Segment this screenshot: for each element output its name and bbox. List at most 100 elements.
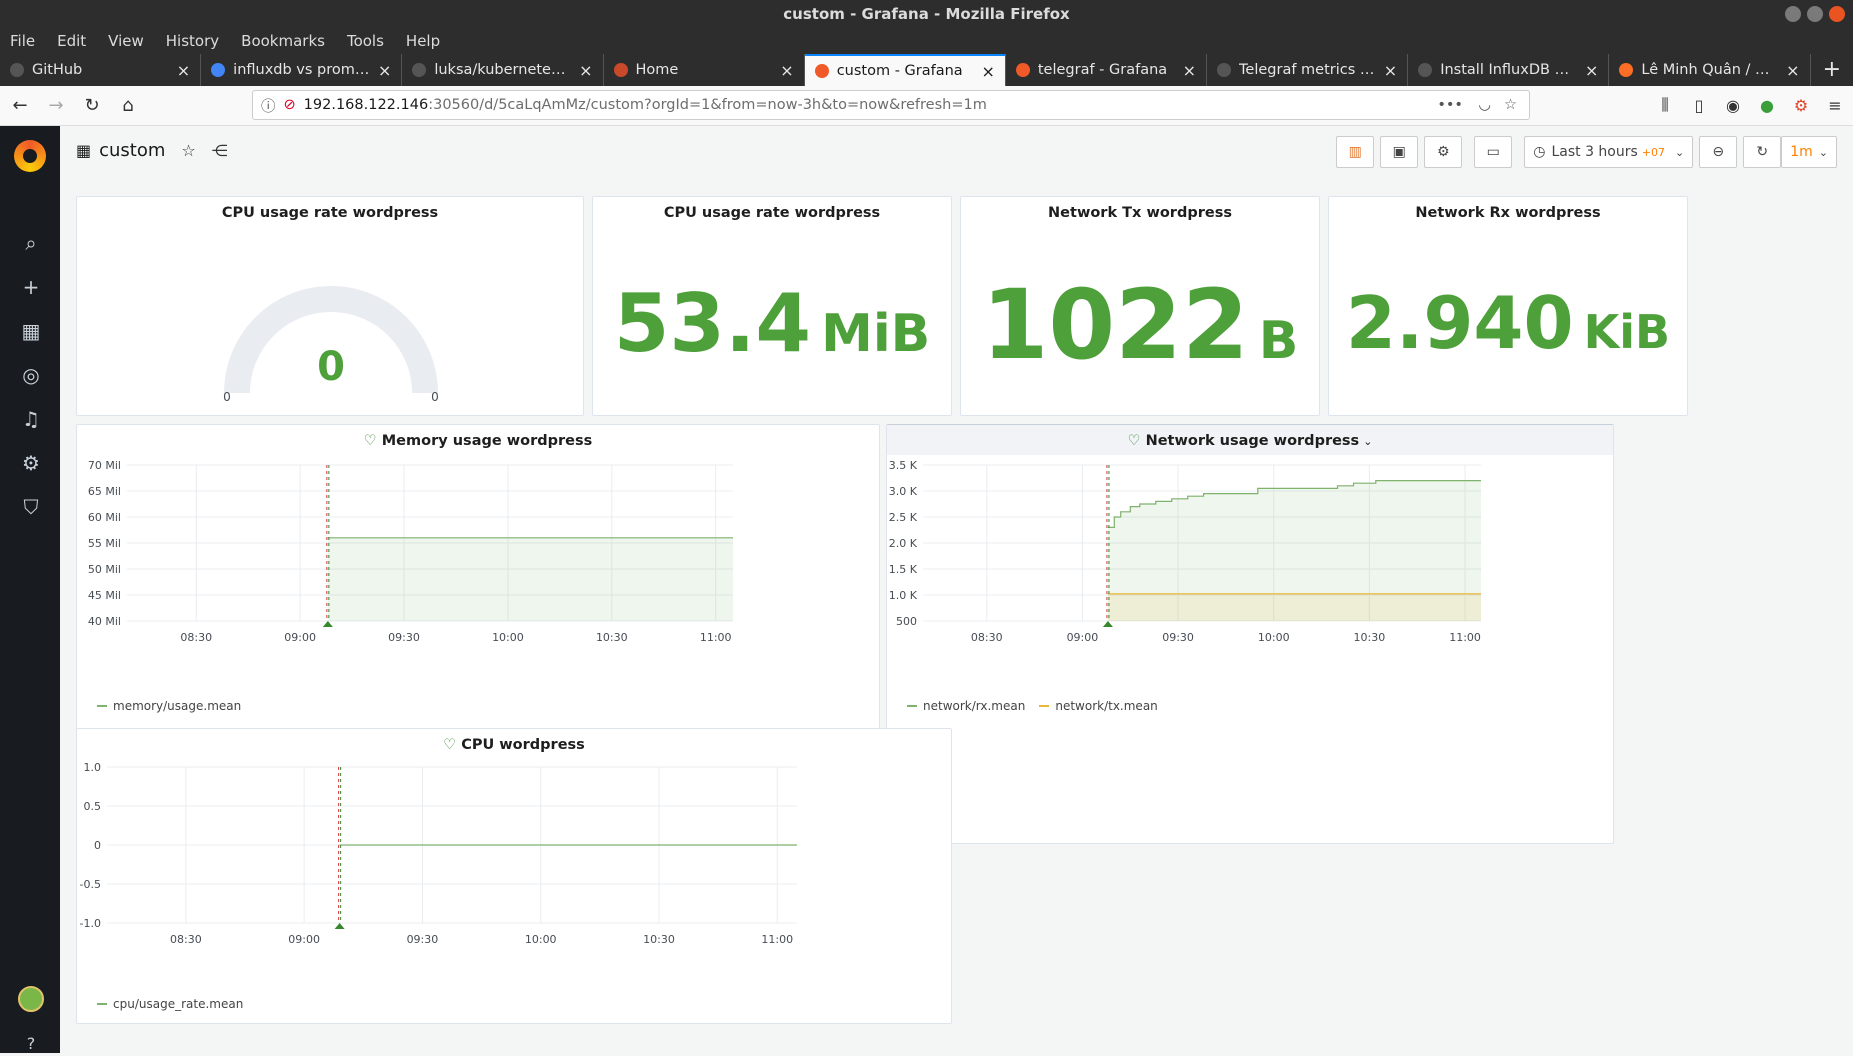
gauge-svg: 0 0 0 xyxy=(223,286,439,404)
refresh-button[interactable]: ↻ xyxy=(1743,136,1782,168)
back-button[interactable]: ← xyxy=(4,90,36,122)
x-tick-label: 11:00 xyxy=(700,631,732,644)
page-actions-icon[interactable]: ••• xyxy=(1437,97,1463,113)
y-tick-label: 0.5 xyxy=(84,800,102,813)
panel-title: CPU wordpress xyxy=(461,737,585,753)
tab-close-icon[interactable]: × xyxy=(1585,61,1598,80)
time-picker-button[interactable]: ◷ Last 3 hours +07 ⌄ xyxy=(1524,136,1694,168)
cpu-graph-panel[interactable]: ♡ CPU wordpress -1.0 -0.5 0 0.5 1.0 08:30 09:00… xyxy=(76,728,952,1024)
legend-item[interactable]: network/rx.mean xyxy=(907,699,1025,713)
menu-help[interactable]: Help xyxy=(406,32,440,50)
legend-item[interactable]: cpu/usage_rate.mean xyxy=(97,997,243,1011)
close-window-button[interactable] xyxy=(1829,6,1845,22)
tab-favicon-icon xyxy=(1418,63,1433,77)
add-panel-button[interactable]: ▥ xyxy=(1336,136,1375,168)
legend-item[interactable]: network/tx.mean xyxy=(1039,699,1158,713)
home-button[interactable]: ⌂ xyxy=(112,90,144,122)
stat-panel-network-rx[interactable]: Network Rx wordpress 2.940 KiB xyxy=(1328,196,1688,416)
cycle-view-button[interactable]: ▭ xyxy=(1474,136,1513,168)
tab-close-icon[interactable]: × xyxy=(177,61,190,80)
menu-file[interactable]: File xyxy=(10,32,35,50)
tab-1[interactable]: influxdb vs promethe × xyxy=(201,54,403,86)
panel-title-row: ♡ CPU wordpress xyxy=(77,737,951,753)
page-title[interactable]: custom xyxy=(99,140,165,161)
save-dashboard-button[interactable]: ▣ xyxy=(1380,136,1419,168)
tab-5[interactable]: telegraf - Grafana × xyxy=(1006,54,1208,86)
menu-bookmarks[interactable]: Bookmarks xyxy=(241,32,325,50)
share-icon[interactable]: ⋲ xyxy=(212,141,228,160)
alert-bell-icon[interactable]: ♫ xyxy=(18,406,44,432)
stat-unit: KiB xyxy=(1583,305,1671,359)
hamburger-menu-icon[interactable]: ≡ xyxy=(1823,90,1847,120)
gauge-panel[interactable]: CPU usage rate wordpress 0 0 0 xyxy=(76,196,584,416)
shield-icon[interactable]: ⛉ xyxy=(18,494,44,520)
dashboards-icon[interactable]: ▦ xyxy=(18,318,44,344)
menu-view[interactable]: View xyxy=(108,32,144,50)
x-tick-label: 11:00 xyxy=(1449,631,1481,644)
star-icon[interactable]: ☆ xyxy=(181,141,195,160)
sidebar-toggle-icon[interactable]: ▯ xyxy=(1687,90,1711,120)
plus-icon[interactable]: + xyxy=(18,274,44,300)
menu-history[interactable]: History xyxy=(166,32,219,50)
library-icon[interactable]: ⫼ xyxy=(1653,90,1677,120)
minimize-button[interactable] xyxy=(1785,6,1801,22)
dashboard-main: ▦ custom ☆ ⋲ ▥ ▣ ⚙ ▭ ◷ Last 3 hours +07 … xyxy=(60,126,1853,1053)
tab-label: telegraf - Grafana xyxy=(1037,62,1168,78)
tab-8[interactable]: Lê Minh Quân / Kube × xyxy=(1609,54,1811,86)
grafana-logo[interactable] xyxy=(14,140,46,172)
tab-6[interactable]: Telegraf metrics | Infl × xyxy=(1207,54,1409,86)
reload-button[interactable]: ↻ xyxy=(76,90,108,122)
panel-title[interactable]: Network usage wordpress xyxy=(1146,433,1360,449)
url-bar[interactable]: ⓘ ⊘ 192.168.122.146:30560/d/5caLqAmMz/cu… xyxy=(252,90,1530,120)
y-tick-label: 60 Mil xyxy=(88,511,121,524)
legend-swatch xyxy=(97,1003,107,1005)
avatar[interactable] xyxy=(18,986,44,1012)
panel-title: Network Rx wordpress xyxy=(1415,205,1601,221)
y-tick-label: 65 Mil xyxy=(88,485,121,498)
y-tick-label: 1.5 K xyxy=(889,563,918,576)
tab-7[interactable]: Install InfluxDB OSS | × xyxy=(1408,54,1610,86)
panel-title: Network Tx wordpress xyxy=(1048,205,1232,221)
tab-0[interactable]: GitHub × xyxy=(0,54,202,86)
explore-compass-icon[interactable]: ◎ xyxy=(18,362,44,388)
tab-close-icon[interactable]: × xyxy=(780,61,793,80)
stat-panel-network-tx[interactable]: Network Tx wordpress 1022 B xyxy=(960,196,1320,416)
legend-item[interactable]: memory/usage.mean xyxy=(97,699,241,713)
tab-close-icon[interactable]: × xyxy=(579,61,592,80)
legend-label: memory/usage.mean xyxy=(113,699,242,713)
menu-edit[interactable]: Edit xyxy=(57,32,86,50)
extension-icon[interactable]: ● xyxy=(1755,90,1779,120)
reload-icon: ↻ xyxy=(84,95,100,116)
menu-tools[interactable]: Tools xyxy=(347,32,384,50)
help-icon[interactable]: ? xyxy=(18,1030,44,1056)
new-tab-button[interactable]: + xyxy=(1811,54,1853,86)
settings-gear-icon[interactable]: ⚙ xyxy=(18,450,44,476)
network-graph-panel[interactable]: ♡ Network usage wordpress ⌄ 500 1.0 K 1.5 K 2… xyxy=(886,424,1614,844)
tab-3[interactable]: Home × xyxy=(604,54,805,86)
zoom-out-button[interactable]: ⊖ xyxy=(1699,136,1738,168)
refresh-interval-label: 1m xyxy=(1790,144,1813,160)
bookmark-star-icon[interactable]: ☆ xyxy=(1504,97,1517,113)
tab-close-icon[interactable]: × xyxy=(378,61,391,80)
stat-panel-memory[interactable]: CPU usage rate wordpress 53.4 MiB xyxy=(592,196,952,416)
search-icon[interactable]: ⌕ xyxy=(18,230,44,256)
tab-label: custom - Grafana xyxy=(836,63,963,79)
y-tick-label: 45 Mil xyxy=(88,589,121,602)
tab-2[interactable]: luksa/kubernetes-in-a × xyxy=(402,54,604,86)
stat-number: 2.940 xyxy=(1345,281,1574,365)
tab-close-icon[interactable]: × xyxy=(1384,61,1397,80)
chevron-down-icon[interactable]: ⌄ xyxy=(1363,435,1372,448)
series-area xyxy=(1107,593,1481,621)
maximize-button[interactable] xyxy=(1807,6,1823,22)
tab-close-icon[interactable]: × xyxy=(981,62,994,81)
tab-close-icon[interactable]: × xyxy=(1183,61,1196,80)
tab-4[interactable]: custom - Grafana × xyxy=(804,54,1006,86)
pocket-icon[interactable]: ◡ xyxy=(1478,97,1491,113)
account-icon[interactable]: ◉ xyxy=(1721,90,1745,120)
forward-button[interactable]: → xyxy=(40,90,72,122)
x-tick-label: 09:00 xyxy=(288,933,320,946)
extension-icon-2[interactable]: ⚙ xyxy=(1789,90,1813,120)
tab-close-icon[interactable]: × xyxy=(1786,61,1799,80)
refresh-interval-picker[interactable]: 1m ⌄ xyxy=(1781,136,1837,168)
dashboard-settings-button[interactable]: ⚙ xyxy=(1424,136,1463,168)
